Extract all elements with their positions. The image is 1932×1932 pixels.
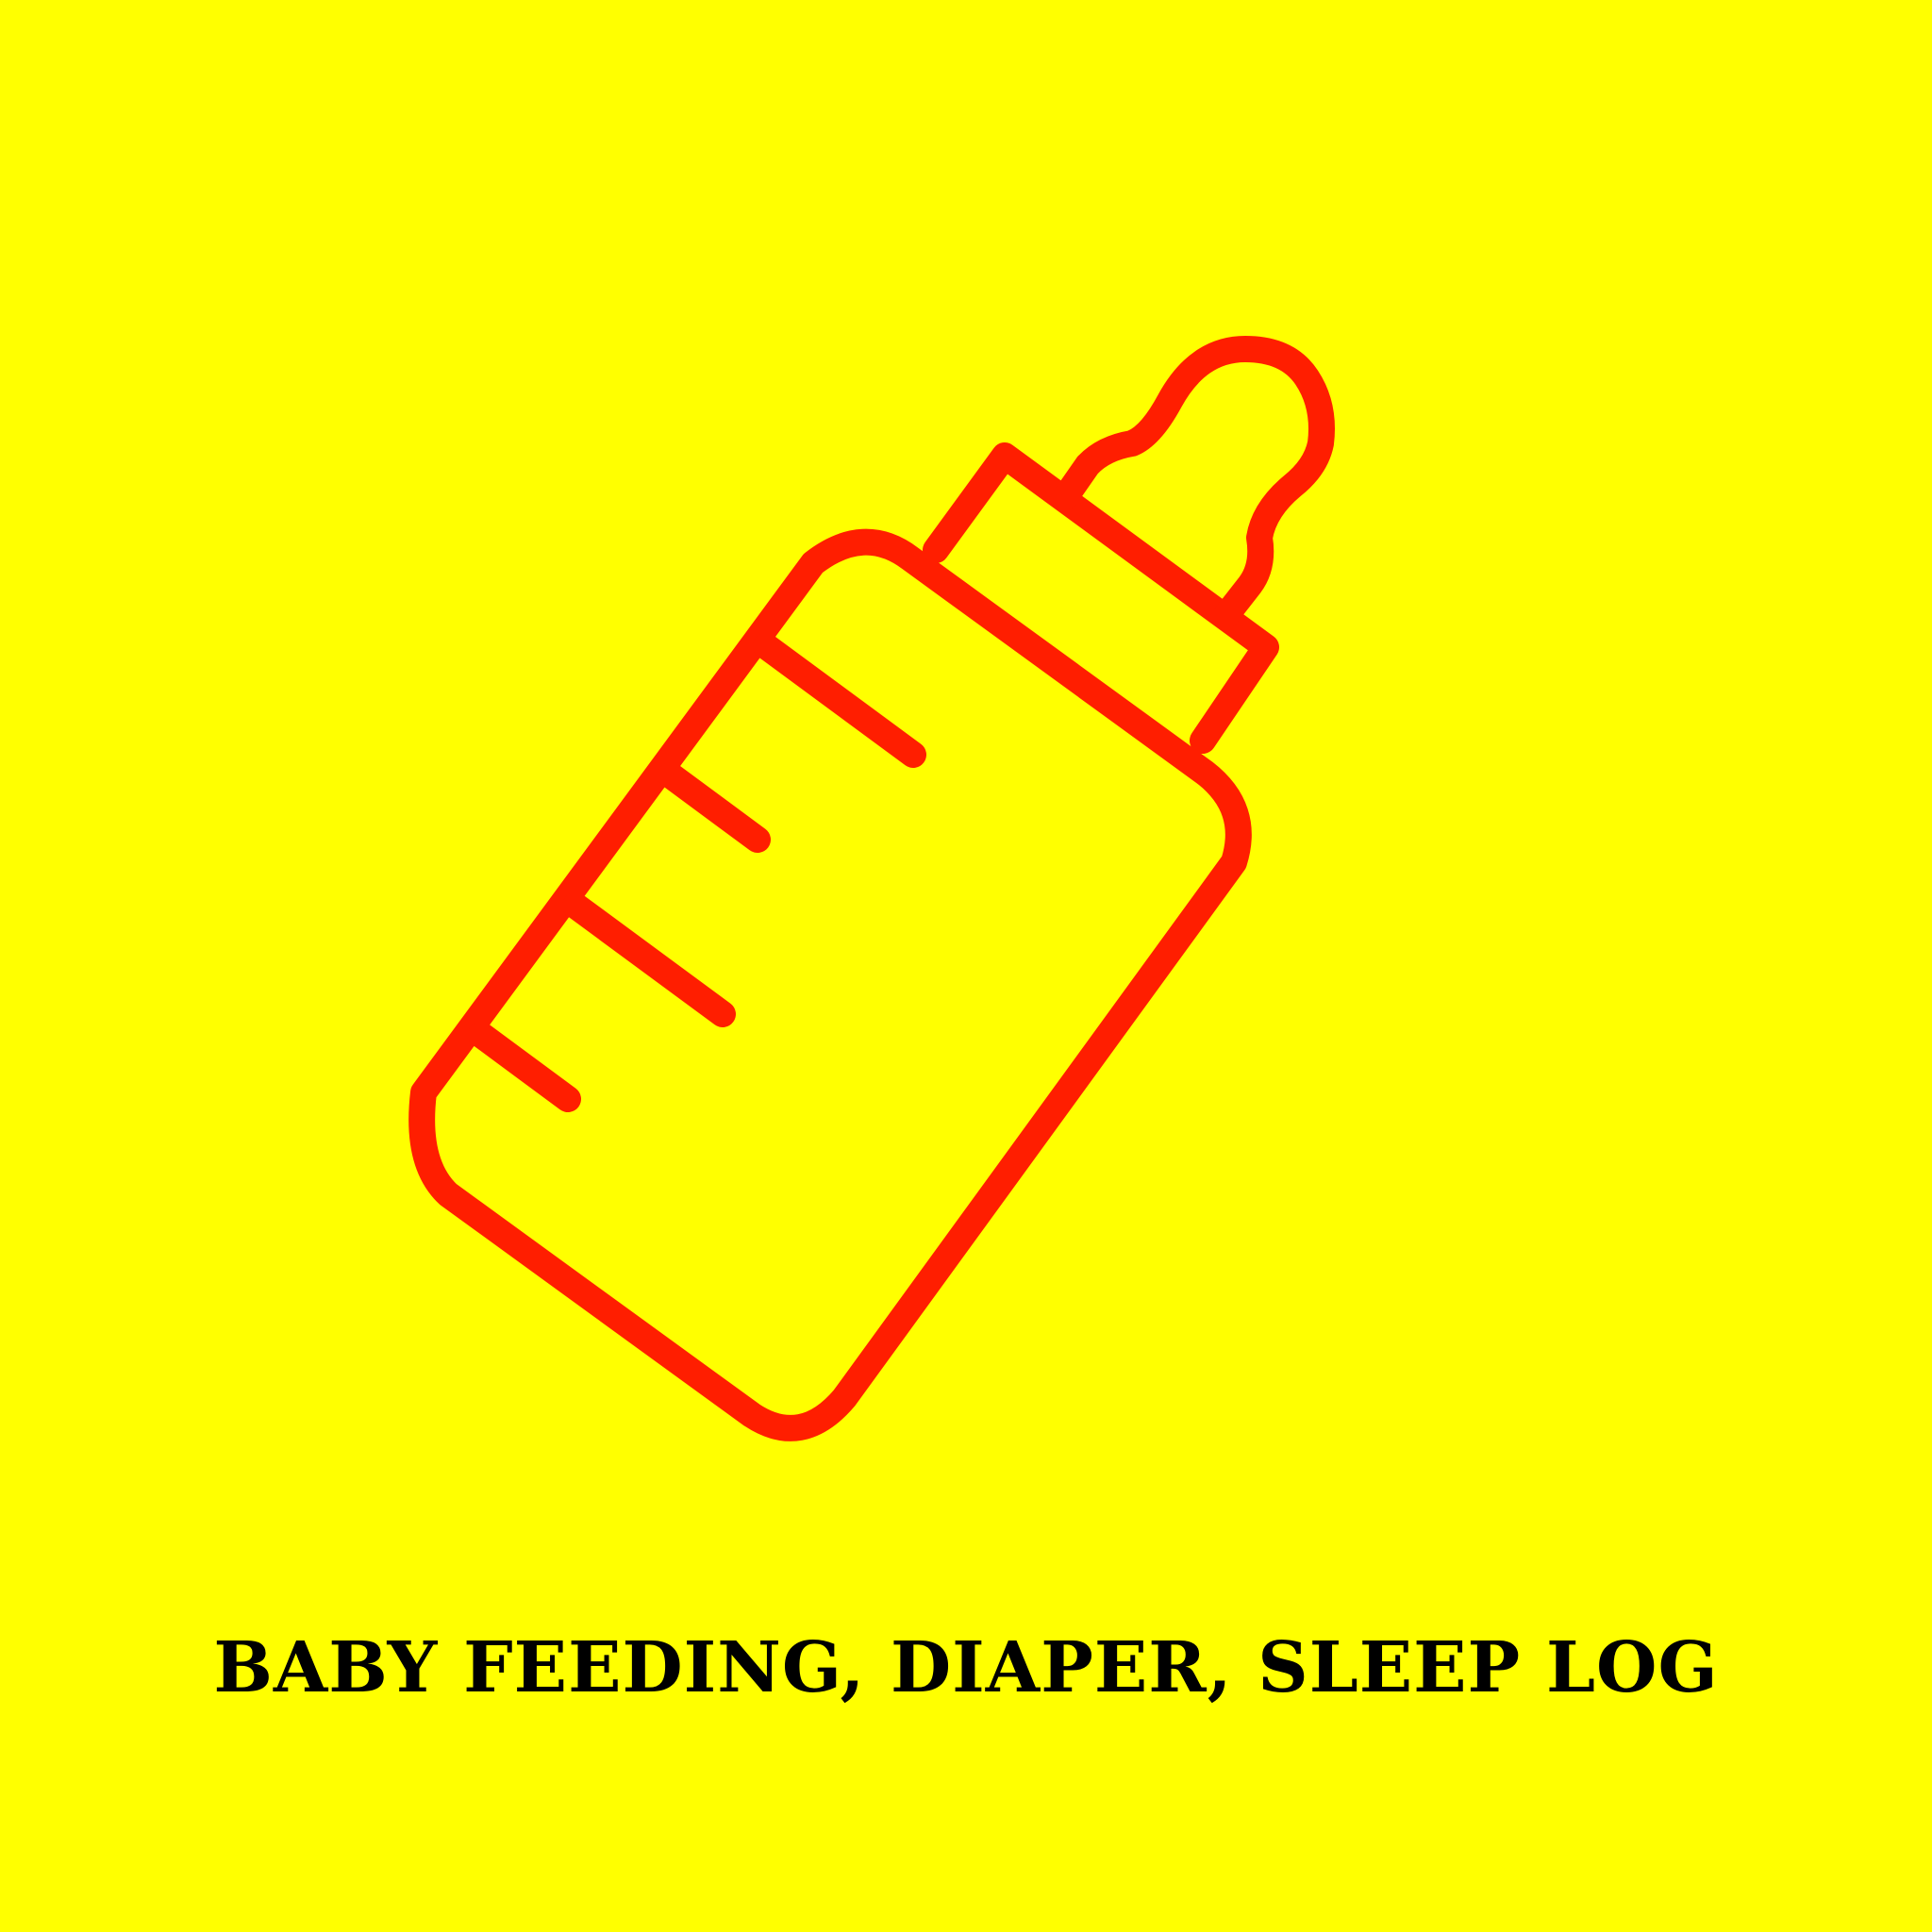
bottle-mark-2 (658, 762, 771, 853)
bottle-nipple (1053, 336, 1335, 628)
bottle-mark-1 (753, 633, 926, 768)
bottle-mark-3 (562, 892, 736, 1027)
bottle-mark-4 (468, 1022, 581, 1112)
cover-title: BABY FEEDING, DIAPER, SLEEP LOG (213, 1627, 1719, 1708)
cover-page: BABY FEEDING, DIAPER, SLEEP LOG (0, 0, 1932, 1932)
bottle-body-outline (408, 528, 1252, 1441)
